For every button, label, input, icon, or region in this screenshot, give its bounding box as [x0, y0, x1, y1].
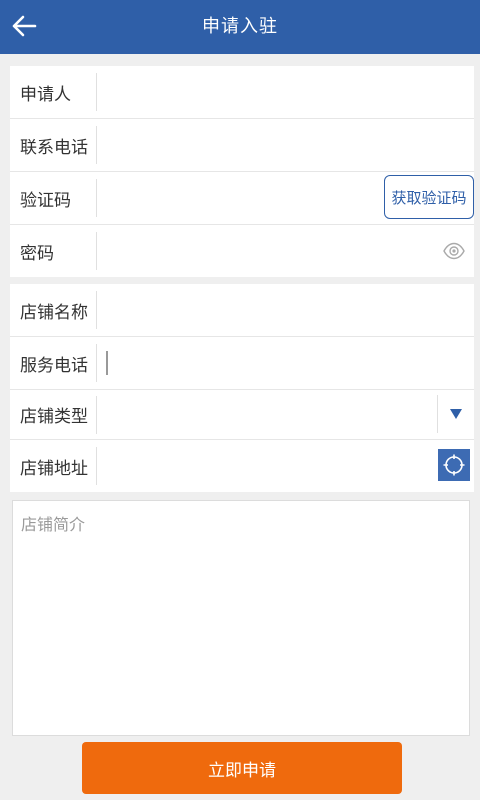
applicant-input[interactable] [97, 66, 474, 118]
app-bar: 申请入驻 [0, 0, 480, 54]
get-verification-code-button[interactable]: 获取验证码 [384, 175, 474, 219]
service-phone-label: 服务电话 [20, 355, 88, 376]
shop-type-dropdown-button[interactable] [437, 395, 474, 433]
shop-info-card: 店铺名称 服务电话 店铺类型 店铺地址 [10, 284, 474, 492]
account-info-card: 申请人 联系电话 验证码 获取验证码 密码 [10, 66, 474, 277]
shop-name-input[interactable] [97, 284, 474, 336]
shop-address-label: 店铺地址 [20, 458, 88, 479]
phone-row: 联系电话 [10, 119, 474, 172]
eye-icon [443, 242, 465, 260]
shop-name-label: 店铺名称 [20, 302, 88, 323]
password-row: 密码 [10, 225, 474, 277]
phone-label: 联系电话 [20, 137, 88, 158]
applicant-label: 申请人 [20, 84, 71, 105]
text-cursor [106, 351, 108, 375]
shop-address-input[interactable] [97, 440, 474, 492]
phone-input[interactable] [97, 119, 474, 171]
shop-type-label: 店铺类型 [20, 407, 88, 427]
shop-type-row: 店铺类型 [10, 390, 474, 440]
service-phone-row: 服务电话 [10, 337, 474, 390]
apply-now-button[interactable]: 立即申请 [82, 742, 402, 794]
shop-name-row: 店铺名称 [10, 284, 474, 337]
locate-button[interactable] [438, 449, 470, 481]
service-phone-input[interactable] [97, 337, 474, 389]
page-title: 申请入驻 [202, 16, 278, 37]
shop-intro-textarea[interactable] [13, 501, 469, 735]
shop-type-select[interactable] [97, 390, 474, 439]
crosshair-icon [443, 454, 465, 476]
triangle-down-icon [450, 409, 462, 419]
applicant-row: 申请人 [10, 66, 474, 119]
verification-code-row: 验证码 获取验证码 [10, 172, 474, 225]
verification-code-label: 验证码 [20, 190, 71, 211]
shop-intro-box [12, 500, 470, 736]
shop-address-row: 店铺地址 [10, 440, 474, 492]
password-input[interactable] [97, 225, 474, 277]
password-label: 密码 [20, 243, 54, 264]
toggle-password-visibility-button[interactable] [442, 239, 466, 263]
